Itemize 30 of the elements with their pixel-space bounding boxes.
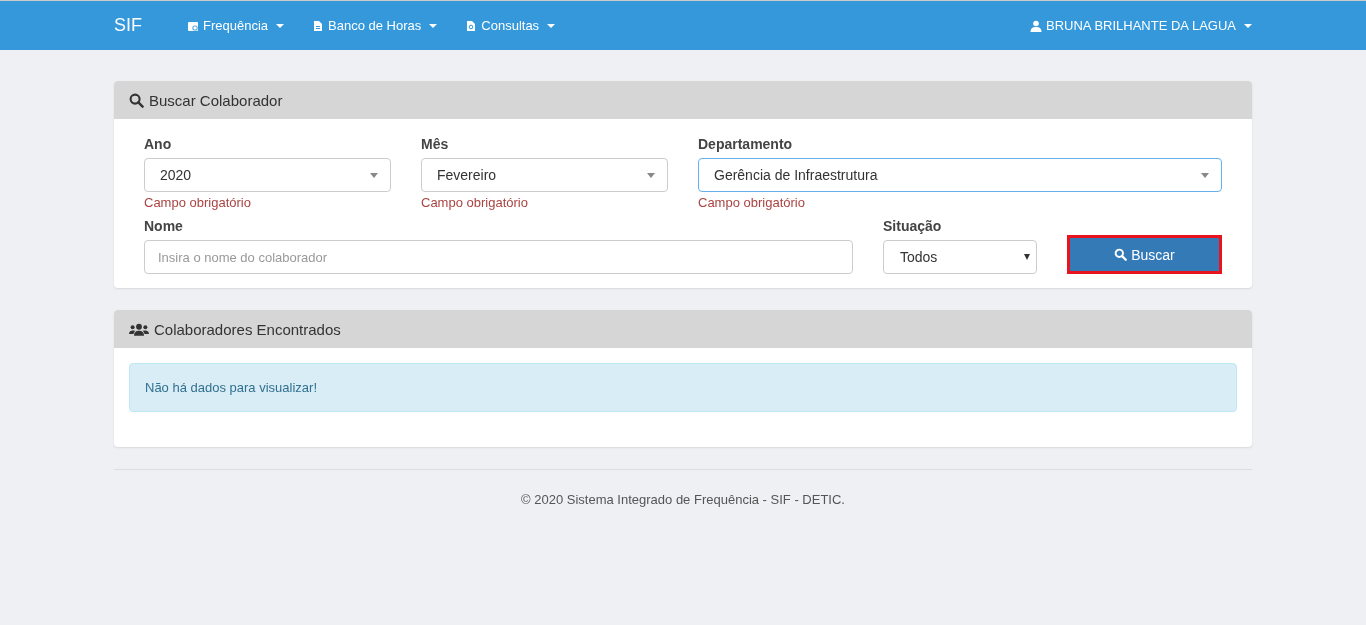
- field-label: Mês: [421, 136, 450, 152]
- info-alert: Não há dados para visualizar!: [129, 363, 1237, 412]
- panel-title: Buscar Colaborador: [149, 91, 283, 109]
- field-label: Nome: [144, 218, 184, 234]
- calendar-clock-icon: [187, 19, 199, 32]
- document-search-icon: [465, 19, 478, 32]
- field-label: Situação: [883, 218, 943, 234]
- field-label: Ano: [144, 136, 173, 152]
- error-message: Campo obrigatório: [144, 195, 252, 210]
- select-field[interactable]: Todos: [883, 240, 1037, 274]
- name-input-field[interactable]: Insira o nome do colaborador: [144, 240, 853, 274]
- select-field[interactable]: 2020: [144, 158, 391, 192]
- footer-text: © 2020 Sistema Integrado de Frequência - SIF - DETIC.: [520, 492, 846, 507]
- menu-link[interactable]: Consultas: [451, 18, 570, 33]
- search-button[interactable]: Buscar: [1067, 235, 1222, 274]
- user-menu[interactable]: BRUNA BRILHANTE DA LAGUA: [1016, 18, 1252, 33]
- search-icon: [1114, 248, 1128, 261]
- search-icon: [129, 92, 144, 108]
- menu-link[interactable]: Banco de Horas: [298, 18, 452, 33]
- select-field[interactable]: Fevereiro: [421, 158, 668, 192]
- menu-link[interactable]: Frequência: [173, 18, 299, 33]
- user-icon: [1030, 19, 1042, 32]
- select-field[interactable]: Gerência de Infraestrutura: [698, 158, 1222, 192]
- users-icon: [129, 321, 149, 337]
- document-icon: [312, 19, 325, 32]
- error-message: Campo obrigatório: [421, 195, 529, 210]
- error-message: Campo obrigatório: [698, 195, 806, 210]
- brand-link[interactable]: SIF: [114, 15, 157, 36]
- field-label: Departamento: [698, 136, 794, 152]
- panel-title: Colaboradores Encontrados: [154, 320, 341, 338]
